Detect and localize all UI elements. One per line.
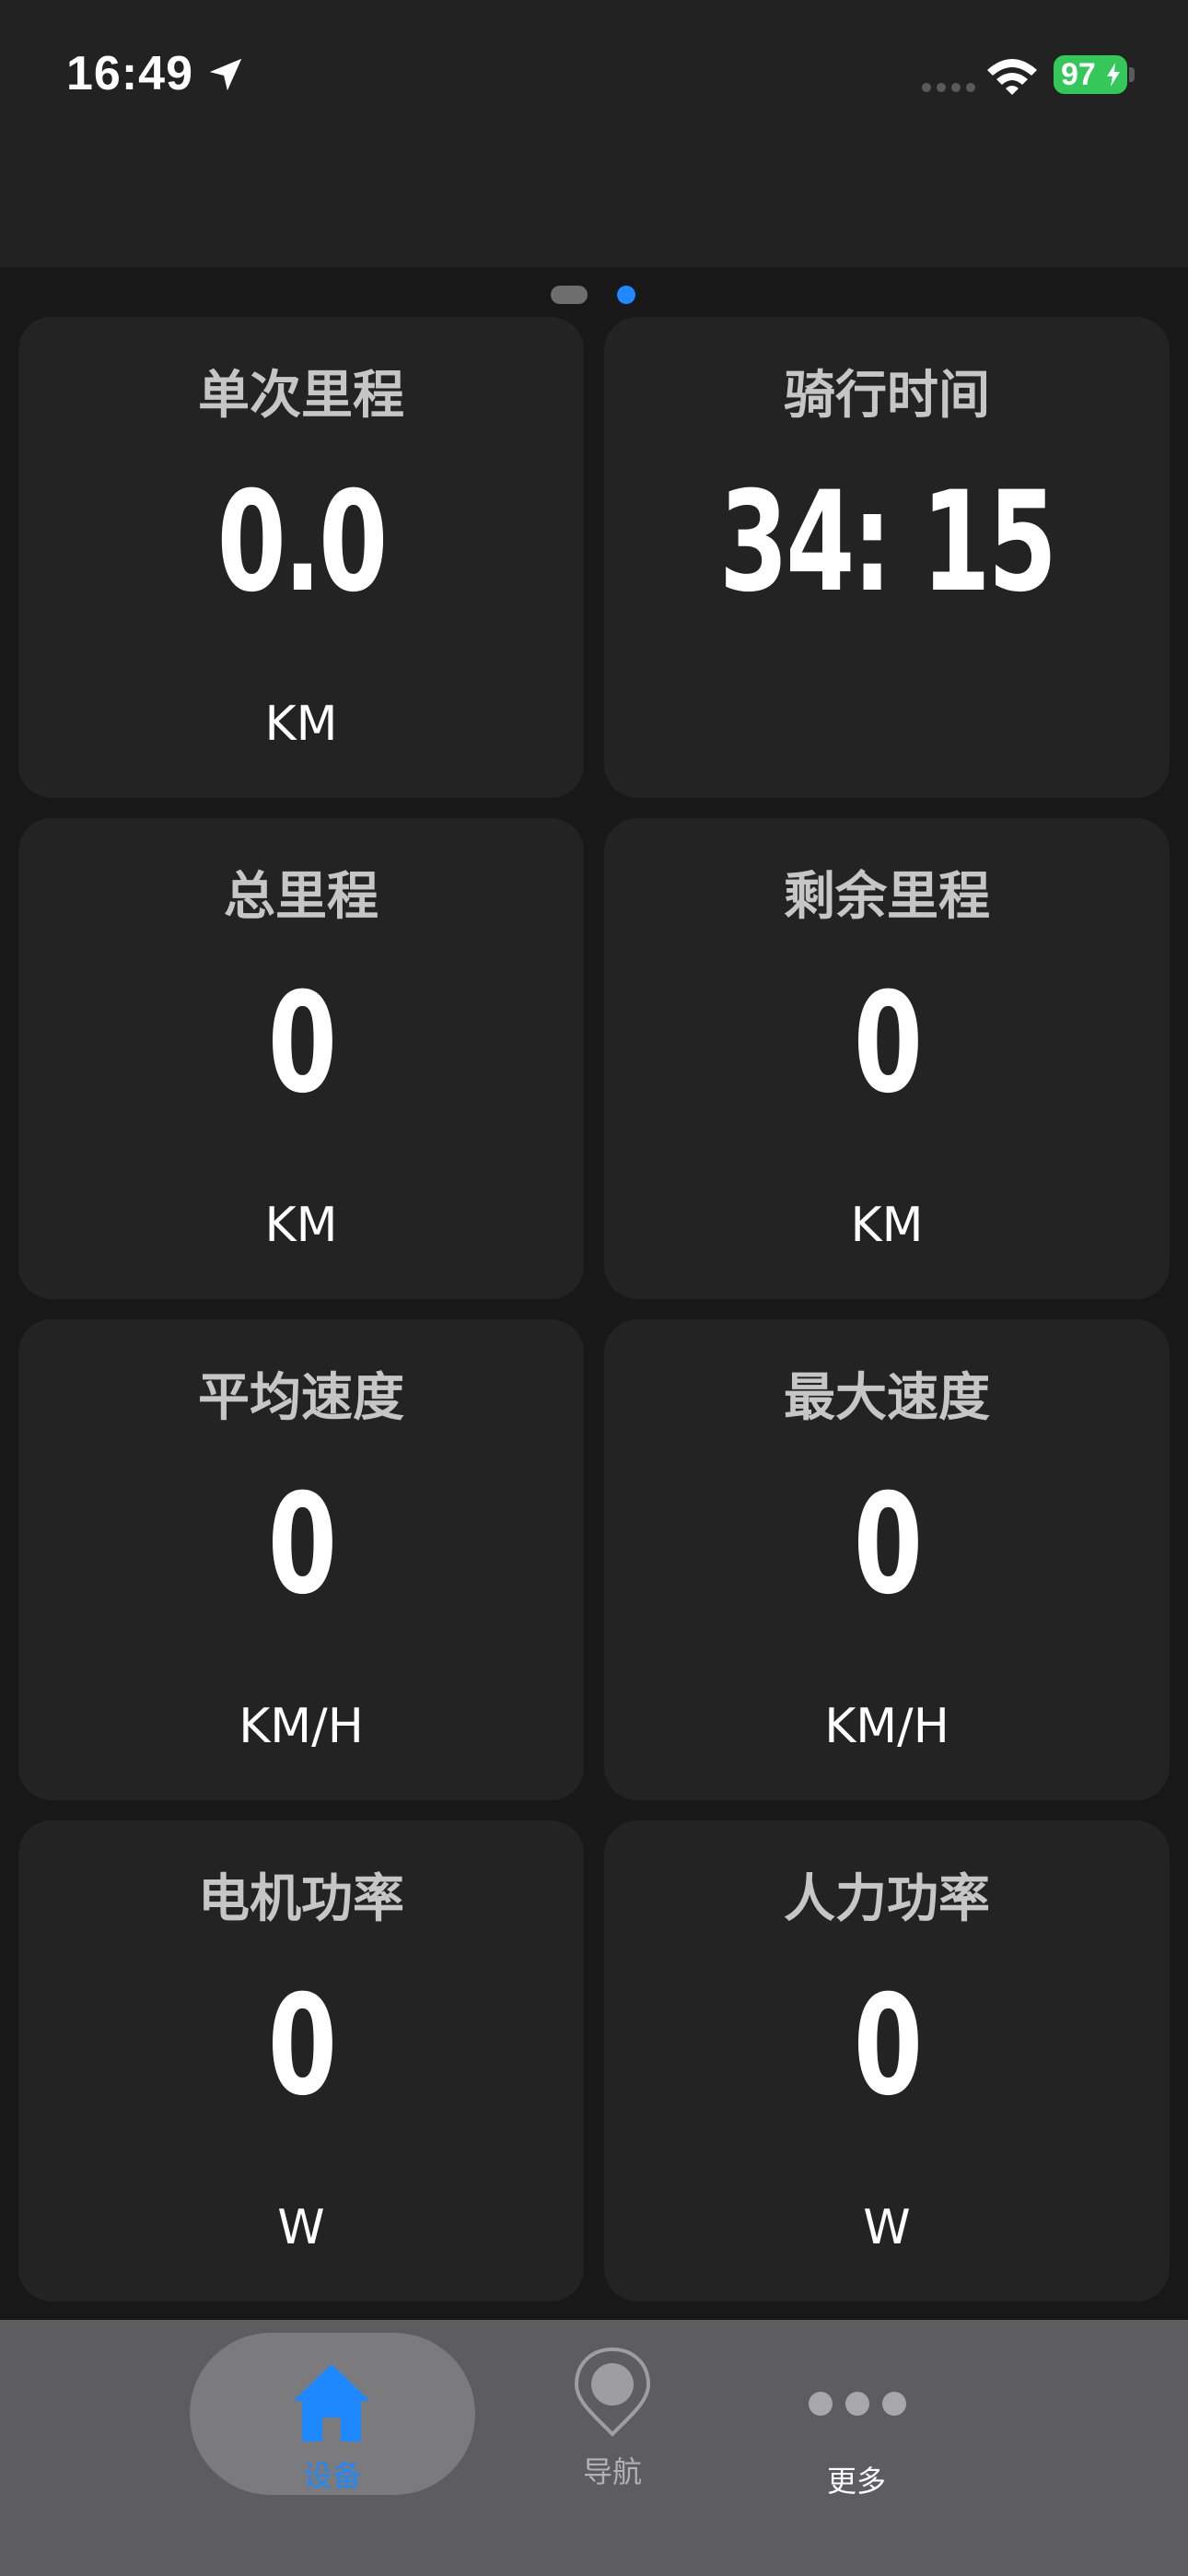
card-title: 骑行时间 <box>784 366 990 426</box>
card-value: 0 <box>267 1966 337 2126</box>
tab-device[interactable]: 设备 <box>190 2333 475 2495</box>
card-unit: KM/H <box>824 1699 949 1754</box>
card-unit: W <box>277 2200 325 2255</box>
charging-bolt-icon <box>1107 63 1120 87</box>
card-title: 总里程 <box>224 867 379 927</box>
card-unit: KM/H <box>239 1699 364 1754</box>
cellular-signal-icon <box>922 83 975 92</box>
card-value: 0 <box>853 964 923 1124</box>
card-total-distance[interactable]: 总里程 0 KM <box>18 818 584 1299</box>
wifi-icon <box>987 59 1037 95</box>
page-dot-1[interactable] <box>551 286 588 304</box>
tab-navigation[interactable]: 导航 <box>553 2333 672 2495</box>
map-pin-icon <box>574 2347 651 2437</box>
tab-device-label: 设备 <box>302 2458 362 2493</box>
status-bar: 16:49 97 <box>0 0 1188 147</box>
card-unit: W <box>863 2200 911 2255</box>
card-unit: KM <box>850 1198 924 1253</box>
battery-tip <box>1129 67 1135 82</box>
card-motor-power[interactable]: 电机功率 0 W <box>18 1821 584 2301</box>
battery-charging-icon: 97 <box>1054 55 1127 94</box>
card-title: 人力功率 <box>784 1869 990 1929</box>
card-value: 0 <box>853 1465 923 1625</box>
card-trip-distance[interactable]: 单次里程 0.0 KM <box>18 317 584 798</box>
tab-more[interactable]: 更多 <box>792 2333 921 2499</box>
card-value: 0 <box>267 964 337 1124</box>
card-value: 34: 15 <box>718 463 1057 623</box>
card-title: 电机功率 <box>198 1869 404 1929</box>
card-value: 0 <box>267 1465 337 1625</box>
card-title: 最大速度 <box>784 1368 990 1428</box>
more-dots-icon <box>809 2392 906 2416</box>
tab-bar: 设备 导航 更多 <box>0 2320 1188 2576</box>
status-time: 16:49 <box>66 47 193 100</box>
tab-navigation-label: 导航 <box>582 2454 642 2489</box>
stats-grid: 单次里程 0.0 KM 骑行时间 34: 15 总里程 0 KM 剩余里程 0 … <box>18 317 1170 2301</box>
card-average-speed[interactable]: 平均速度 0 KM/H <box>18 1319 584 1800</box>
card-unit: KM <box>264 1198 338 1253</box>
card-title: 剩余里程 <box>784 867 990 927</box>
card-remaining-distance[interactable]: 剩余里程 0 KM <box>604 818 1170 1299</box>
page-dot-2-active[interactable] <box>617 286 635 304</box>
card-human-power[interactable]: 人力功率 0 W <box>604 1821 1170 2301</box>
card-unit: KM <box>264 697 338 752</box>
page-indicator[interactable] <box>0 286 1188 306</box>
header-area <box>0 147 1188 267</box>
battery-level: 97 <box>1061 57 1096 92</box>
card-value: 0 <box>853 1966 923 2126</box>
home-icon <box>293 2364 370 2441</box>
location-arrow-icon <box>209 58 242 91</box>
card-ride-time[interactable]: 骑行时间 34: 15 <box>604 317 1170 798</box>
card-value: 0.0 <box>216 463 389 623</box>
tab-more-label: 更多 <box>826 2464 886 2499</box>
card-title: 单次里程 <box>198 366 404 426</box>
card-title: 平均速度 <box>198 1368 404 1428</box>
card-max-speed[interactable]: 最大速度 0 KM/H <box>604 1319 1170 1800</box>
